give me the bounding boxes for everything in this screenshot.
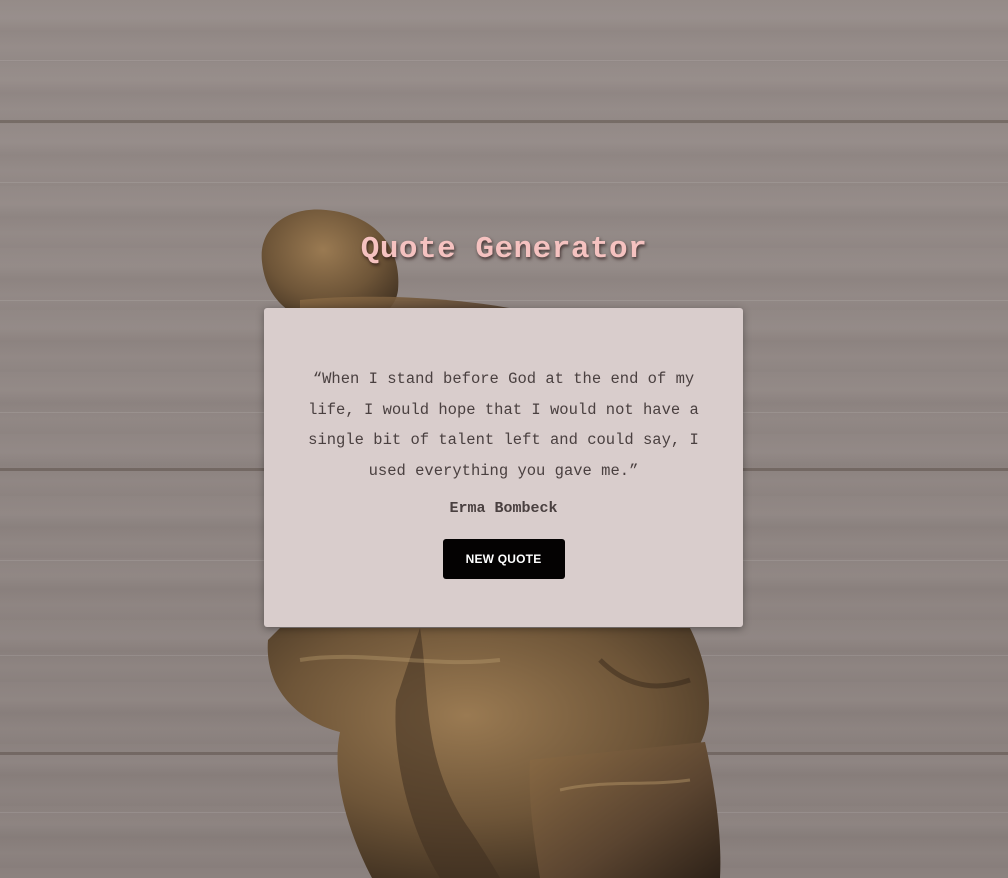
quote-card: “When I stand before God at the end of m… bbox=[264, 308, 743, 627]
quote-text: “When I stand before God at the end of m… bbox=[308, 370, 699, 480]
new-quote-button[interactable]: NEW QUOTE bbox=[442, 539, 565, 579]
page-title: Quote Generator bbox=[360, 232, 648, 267]
quote-author: Erma Bombeck bbox=[449, 500, 558, 517]
